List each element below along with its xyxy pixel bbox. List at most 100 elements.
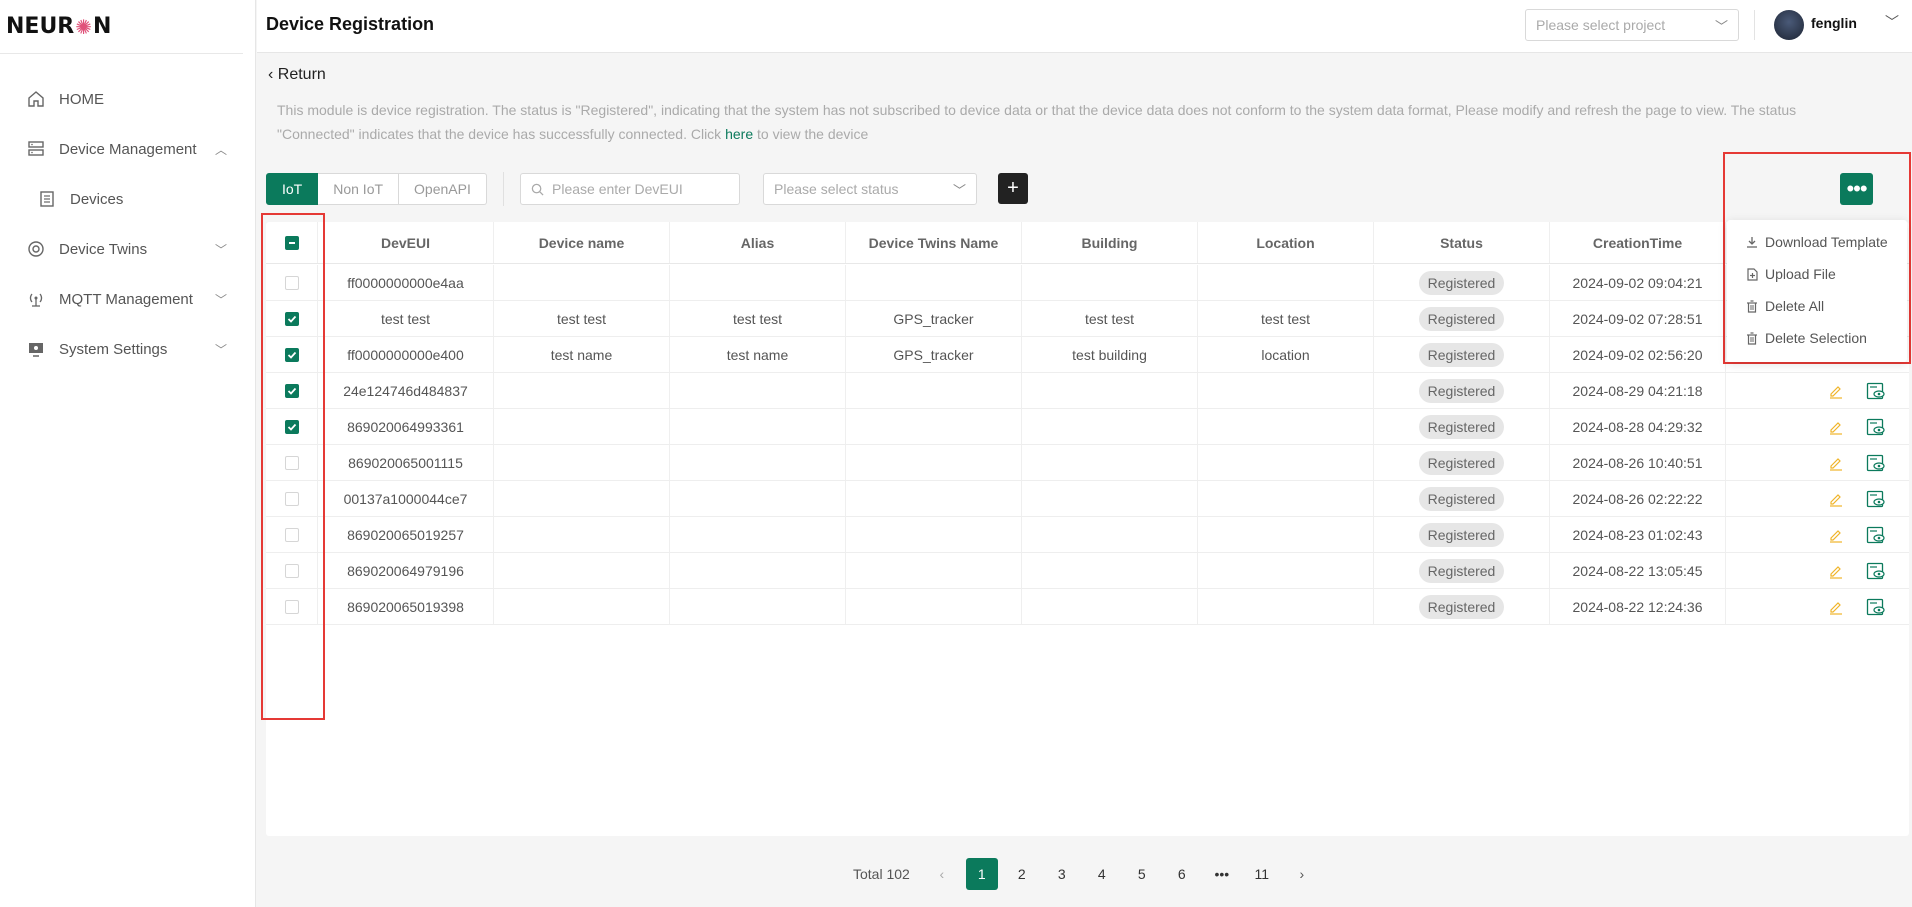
chevron-down-icon[interactable]: ﹀: [1885, 12, 1899, 32]
page-button[interactable]: 11: [1246, 858, 1278, 890]
cell-building: [1022, 409, 1198, 444]
cell-actions: [1726, 409, 1909, 444]
return-link[interactable]: ‹ Return: [268, 66, 326, 84]
cell-deveui: 869020064993361: [318, 409, 494, 444]
cell-status: Registered: [1374, 373, 1550, 408]
chevron-down-icon: ﹀: [1714, 19, 1728, 34]
cell-twins: [846, 373, 1022, 408]
status-badge: Registered: [1418, 522, 1505, 547]
cell-alias: [670, 409, 846, 444]
page-button[interactable]: 1: [965, 858, 998, 890]
view-device-icon[interactable]: [1863, 452, 1889, 474]
cell-building: [1022, 589, 1198, 624]
cell-deveui: 869020065001115: [318, 445, 494, 480]
sidebar-item-mqtt-management[interactable]: MQTT Management ﹀: [0, 274, 255, 324]
tab-openapi[interactable]: OpenAPI: [399, 173, 487, 205]
tab-non-iot[interactable]: Non IoT: [318, 173, 400, 205]
column-header[interactable]: Building: [1022, 222, 1198, 263]
cell-location: [1198, 445, 1374, 480]
column-header[interactable]: Device Twins Name: [846, 222, 1022, 263]
logo-gear-icon: ✺: [75, 14, 93, 39]
cell-twins: [846, 265, 1022, 300]
cell-creation-time: 2024-09-02 02:56:20: [1550, 337, 1726, 372]
cell-location: [1198, 373, 1374, 408]
column-header[interactable]: Location: [1198, 222, 1374, 263]
page-button[interactable]: 2: [1006, 858, 1038, 890]
edit-icon[interactable]: [1823, 524, 1849, 546]
add-device-button[interactable]: +: [998, 173, 1028, 204]
view-device-icon[interactable]: [1863, 524, 1889, 546]
sidebar-item-label: System Settings: [59, 340, 168, 358]
cell-twins: [846, 445, 1022, 480]
prev-page-button[interactable]: ‹: [926, 858, 958, 890]
avatar[interactable]: [1774, 10, 1804, 40]
cell-building: [1022, 373, 1198, 408]
page-button[interactable]: 6: [1166, 858, 1198, 890]
page-button[interactable]: 5: [1126, 858, 1158, 890]
view-device-icon[interactable]: [1863, 596, 1889, 618]
cell-creation-time: 2024-08-29 04:21:18: [1550, 373, 1726, 408]
project-select[interactable]: Please select project ﹀: [1525, 9, 1739, 41]
view-device-icon[interactable]: [1863, 380, 1889, 402]
sidebar-item-device-management[interactable]: Device Management ︿: [0, 124, 255, 174]
server-icon: [25, 138, 47, 160]
description-text: This module is device registration. The …: [277, 102, 1797, 142]
status-badge: Registered: [1418, 486, 1505, 511]
delete-selection-menu-item[interactable]: Delete Selection: [1727, 322, 1907, 354]
cell-status: Registered: [1374, 589, 1550, 624]
here-link[interactable]: here: [725, 126, 753, 142]
edit-icon[interactable]: [1823, 488, 1849, 510]
neuron-logo[interactable]: NEUR ✺ N: [0, 0, 243, 54]
page-button[interactable]: 3: [1046, 858, 1078, 890]
view-device-icon[interactable]: [1863, 416, 1889, 438]
sidebar-item-devices[interactable]: Devices: [0, 174, 255, 224]
status-badge: Registered: [1418, 306, 1505, 331]
username[interactable]: fenglin: [1811, 15, 1857, 31]
header-divider: [1754, 10, 1755, 40]
tab-iot[interactable]: IoT: [266, 173, 319, 205]
cell-location: [1198, 481, 1374, 516]
chevron-down-icon: ﹀: [214, 342, 227, 357]
cell-building: [1022, 445, 1198, 480]
view-device-icon[interactable]: [1863, 488, 1889, 510]
page-ellipsis[interactable]: •••: [1206, 858, 1238, 890]
edit-icon[interactable]: [1823, 380, 1849, 402]
cell-actions: [1726, 481, 1909, 516]
edit-icon[interactable]: [1823, 560, 1849, 582]
sidebar-item-label: Device Twins: [59, 240, 148, 258]
cell-actions: [1726, 589, 1909, 624]
cell-building: [1022, 553, 1198, 588]
sidebar-item-home[interactable]: HOME: [0, 74, 255, 124]
view-device-icon[interactable]: [1863, 560, 1889, 582]
column-header[interactable]: Device name: [494, 222, 670, 263]
column-header[interactable]: Status: [1374, 222, 1550, 263]
cell-actions: [1726, 373, 1909, 408]
column-header[interactable]: DevEUI: [318, 222, 494, 263]
next-page-button[interactable]: ›: [1286, 858, 1318, 890]
status-select-placeholder: Please select status: [774, 181, 899, 197]
upload-file-menu-item[interactable]: Upload File: [1727, 258, 1907, 290]
cell-alias: [670, 553, 846, 588]
edit-icon[interactable]: [1823, 416, 1849, 438]
cell-alias: [670, 445, 846, 480]
search-input[interactable]: Please enter DevEUI: [520, 173, 740, 205]
cell-deveui: 24e124746d484837: [318, 373, 494, 408]
edit-icon[interactable]: [1823, 452, 1849, 474]
device-table: DevEUI Device name Alias Device Twins Na…: [266, 222, 1909, 836]
cell-twins: GPS_tracker: [846, 301, 1022, 336]
sidebar-item-label: MQTT Management: [59, 290, 193, 308]
edit-icon[interactable]: [1823, 596, 1849, 618]
page-list: 1 2 3 4 5 6 ••• 11: [965, 858, 1286, 890]
sidebar-item-system-settings[interactable]: System Settings ﹀: [0, 324, 255, 374]
column-header[interactable]: Alias: [670, 222, 846, 263]
download-template-menu-item[interactable]: Download Template: [1727, 226, 1907, 258]
cell-name: [494, 481, 670, 516]
delete-all-menu-item[interactable]: Delete All: [1727, 290, 1907, 322]
table-header: DevEUI Device name Alias Device Twins Na…: [266, 222, 1909, 264]
page-button[interactable]: 4: [1086, 858, 1118, 890]
cell-location: [1198, 265, 1374, 300]
cell-twins: GPS_tracker: [846, 337, 1022, 372]
status-select[interactable]: Please select status ﹀: [763, 173, 977, 205]
sidebar-item-device-twins[interactable]: Device Twins ﹀: [0, 224, 255, 274]
column-header[interactable]: CreationTime: [1550, 222, 1726, 263]
